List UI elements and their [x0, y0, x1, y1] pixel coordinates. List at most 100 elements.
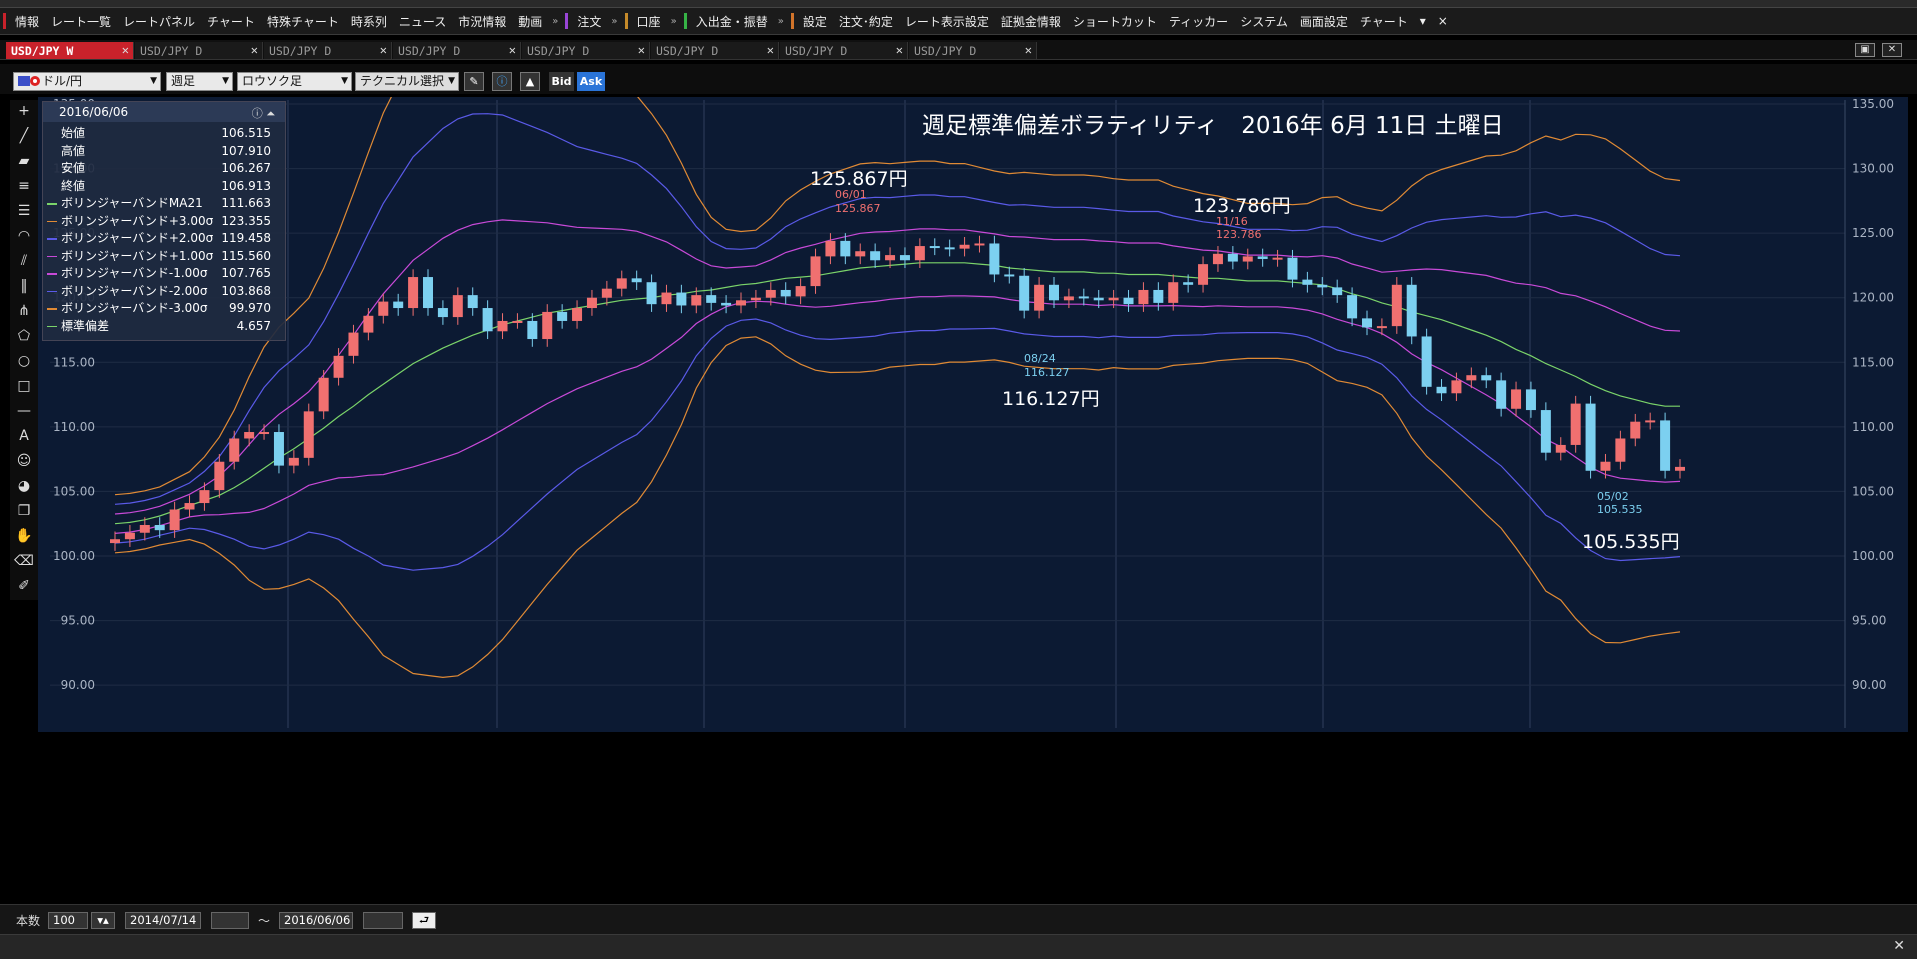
- price-chart[interactable]: 135.00135.00130.00130.00125.00125.00120.…: [38, 97, 1908, 732]
- eraser-all-icon[interactable]: ✐: [13, 575, 35, 597]
- color-icon[interactable]: ◕: [13, 475, 35, 497]
- from-date-field[interactable]: 2014/07/14: [125, 912, 201, 929]
- menu-item[interactable]: 入出金・振替: [690, 13, 774, 30]
- menu-item[interactable]: 口座: [631, 13, 667, 30]
- tab-close-icon[interactable]: ✕: [638, 43, 645, 57]
- menu-item[interactable]: 画面設定: [1294, 13, 1354, 30]
- tab-close-icon[interactable]: ✕: [122, 43, 129, 57]
- info-row-label: 終値: [61, 178, 86, 193]
- menu-item[interactable]: チャート: [201, 13, 261, 30]
- menu-item[interactable]: 注文･約定: [833, 13, 899, 30]
- tab-close-icon[interactable]: ✕: [896, 43, 903, 57]
- hline-icon[interactable]: —: [13, 400, 35, 422]
- chart-tab[interactable]: USD/JPY D ✕: [780, 42, 908, 59]
- menu-close-icon[interactable]: ×: [1432, 14, 1454, 28]
- cycle-lines-icon[interactable]: ‖: [13, 275, 35, 297]
- rectangle-icon[interactable]: □: [13, 375, 35, 397]
- info-panel-controls-icon[interactable]: ⓘ ⏶: [252, 104, 275, 124]
- candle-body: [139, 525, 150, 533]
- menu-dropdown-icon[interactable]: ▾: [1414, 14, 1432, 28]
- flag-icon: [18, 76, 30, 86]
- menu-overflow-icon[interactable]: »: [548, 16, 562, 27]
- tab-close-icon[interactable]: ✕: [767, 43, 774, 57]
- y-tick-label: 135.00: [1852, 97, 1894, 111]
- pitchfork-icon[interactable]: ⋔: [13, 300, 35, 322]
- period-select-label: 週足: [171, 74, 196, 88]
- tab-close-icon[interactable]: ✕: [509, 43, 516, 57]
- trendline-icon[interactable]: ╱: [13, 125, 35, 147]
- pair-select[interactable]: ドル/円 ▼: [13, 72, 161, 91]
- pentagon-icon[interactable]: ⬠: [13, 325, 35, 347]
- menu-item[interactable]: レートパネル: [117, 13, 201, 30]
- chart-tab[interactable]: USD/JPY D ✕: [522, 42, 650, 59]
- menu-item[interactable]: 設定: [797, 13, 833, 30]
- menu-overflow-icon[interactable]: »: [667, 16, 681, 27]
- menu-overflow-icon[interactable]: »: [774, 16, 788, 27]
- to-time-field[interactable]: [363, 912, 403, 929]
- menu-item[interactable]: 特殊チャート: [261, 13, 345, 30]
- chart-tab[interactable]: USD/JPY D ✕: [264, 42, 392, 59]
- from-time-field[interactable]: [211, 912, 249, 929]
- footer-close-icon[interactable]: ✕: [1893, 938, 1905, 954]
- candle-body: [542, 311, 553, 340]
- maximize-icon[interactable]: ▣: [1855, 43, 1875, 57]
- menu-item[interactable]: 時系列: [345, 13, 393, 30]
- gann-icon[interactable]: ⫽: [13, 250, 35, 272]
- text-icon[interactable]: A: [13, 425, 35, 447]
- hand-icon[interactable]: ✋: [13, 525, 35, 547]
- menu-item[interactable]: レート一覧: [45, 13, 117, 30]
- menu-item[interactable]: 動画: [512, 13, 548, 30]
- menu-item[interactable]: ニュース: [393, 13, 452, 30]
- y-tick-label: 115.00: [1852, 355, 1894, 369]
- copy-icon[interactable]: ❐: [13, 500, 35, 522]
- menu-item[interactable]: 注文: [571, 13, 607, 30]
- chart-tab[interactable]: USD/JPY D ✕: [135, 42, 263, 59]
- circle-icon[interactable]: ○: [13, 350, 35, 372]
- eraser-icon[interactable]: ⌫: [13, 550, 35, 572]
- menu-item[interactable]: システム: [1234, 13, 1294, 30]
- menu-item[interactable]: 市況情報: [452, 13, 512, 30]
- chart-tab[interactable]: USD/JPY D ✕: [393, 42, 521, 59]
- count-select[interactable]: 100: [48, 912, 88, 929]
- menu-item[interactable]: ショートカット: [1067, 13, 1163, 30]
- chart-tab[interactable]: USD/JPY D ✕: [909, 42, 1037, 59]
- mountain-icon[interactable]: ▲: [520, 72, 540, 91]
- low1-value-label: 116.127: [1024, 366, 1070, 379]
- ruler-icon[interactable]: ▰: [13, 150, 35, 172]
- candle-body: [1198, 264, 1209, 285]
- y-tick-label-left: 100.00: [53, 549, 95, 563]
- technical-select[interactable]: テクニカル選択 ▼: [355, 72, 459, 91]
- bid-button[interactable]: Bid: [549, 72, 574, 91]
- pen-icon[interactable]: ✎: [464, 72, 484, 91]
- crosshair-icon[interactable]: +: [13, 100, 35, 122]
- candle-type-select[interactable]: ロウソク足 ▼: [237, 72, 352, 91]
- chart-tab[interactable]: USD/JPY W ✕: [6, 42, 134, 59]
- tab-close-icon[interactable]: ✕: [251, 43, 258, 57]
- close-window-icon[interactable]: ✕: [1882, 43, 1902, 57]
- smiley-icon[interactable]: ☺: [13, 450, 35, 472]
- tab-close-icon[interactable]: ✕: [1025, 43, 1032, 57]
- info-icon[interactable]: ⓘ: [492, 72, 512, 91]
- fan-icon[interactable]: ◠: [13, 225, 35, 247]
- ask-button[interactable]: Ask: [577, 72, 605, 91]
- menu-item[interactable]: チャート: [1354, 13, 1414, 30]
- info-row-value: 103.868: [221, 283, 271, 298]
- menu-item[interactable]: レート表示設定: [899, 13, 995, 30]
- y-tick-label: 120.00: [1852, 291, 1894, 305]
- info-row: 終値 106.913: [43, 178, 285, 196]
- candle-body: [1272, 257, 1283, 260]
- period-select[interactable]: 週足 ▼: [166, 72, 233, 91]
- menu-overflow-icon[interactable]: »: [607, 16, 621, 27]
- menu-item[interactable]: 情報: [9, 13, 45, 30]
- fibonacci-icon[interactable]: ☰: [13, 200, 35, 222]
- to-date-field[interactable]: 2016/06/06: [279, 912, 353, 929]
- horizontal-lines-icon[interactable]: ≡: [13, 175, 35, 197]
- stepper-icon[interactable]: ▾▴: [91, 912, 115, 929]
- menu-item[interactable]: 証拠金情報: [995, 13, 1067, 30]
- menu-item[interactable]: ティッカー: [1163, 13, 1234, 30]
- refresh-icon[interactable]: ⮐: [412, 912, 436, 929]
- tab-close-icon[interactable]: ✕: [380, 43, 387, 57]
- range-tilde: ～: [258, 914, 271, 928]
- candle-body: [527, 320, 538, 340]
- chart-tab[interactable]: USD/JPY D ✕: [651, 42, 779, 59]
